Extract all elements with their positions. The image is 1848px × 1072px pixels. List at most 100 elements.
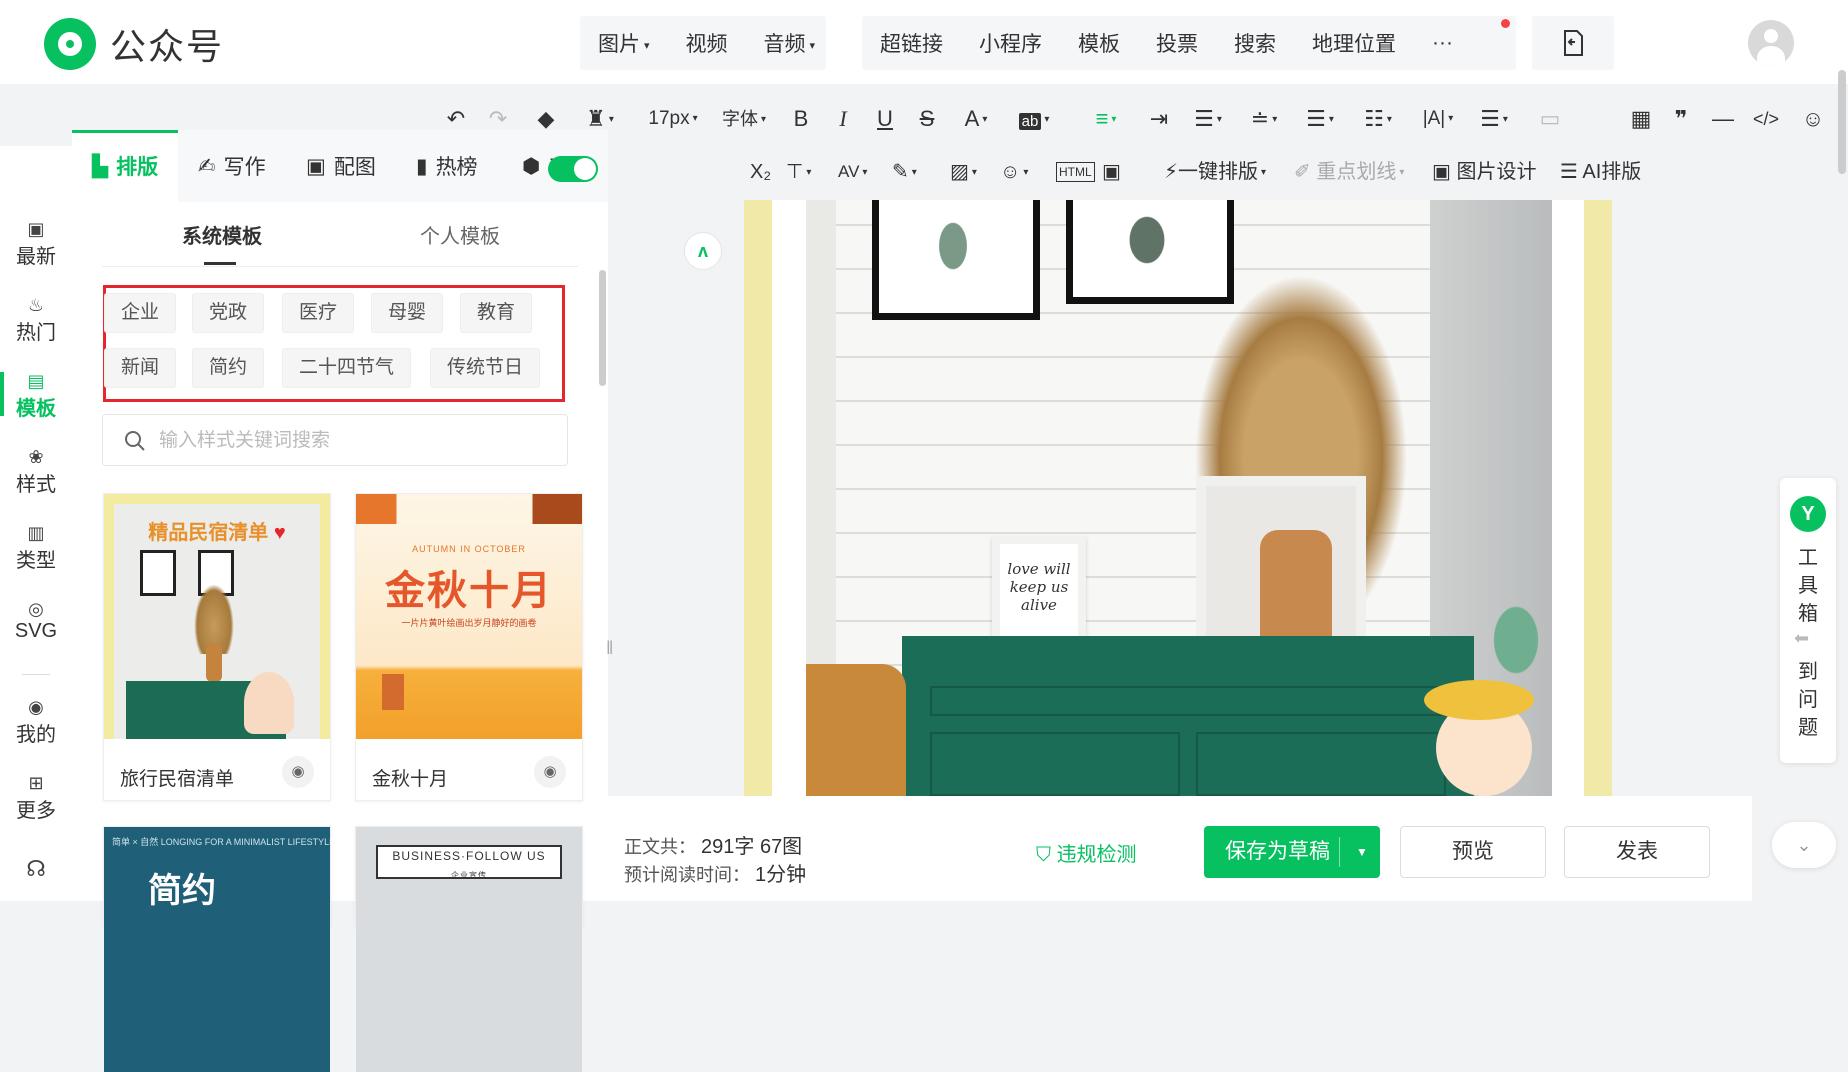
line-height-icon[interactable]: ☰ (1300, 96, 1340, 142)
insert-audio-menu[interactable]: 音频 (746, 28, 834, 58)
vertical-align-icon[interactable]: ⊤ (786, 152, 811, 192)
kerning-icon[interactable]: AV (838, 152, 867, 192)
align-options-icon[interactable]: ☰ (1188, 96, 1228, 142)
insert-hyperlink-button[interactable]: 超链接 (862, 28, 961, 58)
nav-item-hot[interactable]: ♨ 热门 (0, 294, 72, 345)
collapse-chevron-icon[interactable]: ⌄ (1772, 822, 1836, 868)
magic-wand-icon[interactable]: ✎ (892, 152, 917, 192)
compliance-check-button[interactable]: ⛉ 违规检测 (1036, 838, 1137, 867)
read-time: 预计阅读时间： 1分钟 (624, 864, 807, 886)
tab-images[interactable]: ▣ 配图 (306, 130, 376, 202)
import-doc-button[interactable] (1532, 16, 1614, 70)
panel-scrollbar[interactable] (599, 270, 606, 386)
nav-label: 更多 (16, 800, 56, 822)
tag-solar-terms[interactable]: 二十四节气 (282, 348, 412, 388)
tag-medical[interactable]: 医疗 (282, 293, 355, 333)
template-card[interactable]: 精品民宿清单 ♥ 旅行民宿清单 ◉ (103, 493, 331, 801)
paragraph-spacing-icon[interactable]: ≐ (1244, 96, 1284, 142)
nav-item-svg[interactable]: ◎ SVG (0, 598, 72, 643)
tab-writing[interactable]: ✍ 写作 (198, 130, 266, 202)
toolbox-side-panel[interactable]: Y 工具箱 ⬅ 到问题 (1780, 478, 1836, 763)
insert-video-button[interactable]: 视频 (668, 28, 746, 58)
template-card[interactable]: BUSINESS·FOLLOW US 企业宣传 (355, 826, 583, 1072)
insert-template-button[interactable]: 模板 (1060, 28, 1138, 58)
quote-icon[interactable]: ❞ (1666, 96, 1696, 142)
preview-eye-icon[interactable]: ◉ (282, 756, 314, 788)
underline-button[interactable]: U (870, 96, 900, 142)
notification-dot (1501, 19, 1510, 28)
background-icon[interactable]: ▭ (1530, 96, 1570, 142)
tag-simple[interactable]: 简约 (192, 348, 265, 388)
nav-item-more[interactable]: ⊞ 更多 (0, 772, 72, 823)
nav-item-mine[interactable]: ◉ 我的 (0, 696, 72, 747)
panel-toggle-switch[interactable] (548, 156, 598, 182)
tag-maternity[interactable]: 母婴 (371, 293, 444, 333)
insert-miniprogram-button[interactable]: 小程序 (961, 28, 1060, 58)
letter-spacing-button[interactable]: |A| (1416, 96, 1460, 142)
tab-layout[interactable]: ▙ 排版 (72, 130, 179, 202)
nav-item-style[interactable]: ❀ 样式 (0, 446, 72, 497)
html-icon[interactable]: HTML (1056, 162, 1095, 182)
list-icon[interactable]: ☰ (1474, 96, 1514, 142)
pen-icon: ✍ (198, 154, 216, 178)
font-size-select[interactable]: 17px (638, 96, 708, 142)
font-color-button[interactable]: A (956, 96, 996, 142)
nav-label: 模板 (16, 398, 56, 420)
subtab-personal-templates[interactable]: 个人模板 (420, 220, 500, 249)
nav-item-type[interactable]: ▥ 类型 (0, 522, 72, 573)
panel-resize-handle[interactable]: ‖ (606, 638, 613, 659)
preview-button[interactable]: 预览 (1400, 826, 1546, 878)
publish-button[interactable]: 发表 (1564, 826, 1710, 878)
insert-image-menu[interactable]: 图片 (580, 28, 668, 58)
emoji-icon[interactable]: ☺ (1796, 96, 1830, 142)
save-draft-button[interactable]: 保存为草稿 ▼ (1204, 826, 1380, 878)
support-headset-icon[interactable]: ☊ (0, 858, 72, 880)
search-input[interactable] (159, 427, 539, 455)
tag-festivals[interactable]: 传统节日 (430, 348, 541, 388)
user-avatar[interactable] (1748, 20, 1794, 66)
toolbox-icon[interactable]: ▣ (1102, 152, 1121, 192)
strikethrough-button[interactable]: S (912, 96, 942, 142)
article-editor[interactable]: love will keep us alive (744, 200, 1612, 796)
align-left-icon[interactable]: ≡ (1084, 96, 1128, 142)
import-document-icon (1564, 30, 1583, 56)
template-card[interactable]: AUTUMN IN OCTOBER 金秋十月 一片片黄叶绘画出岁月静好的画卷 金… (355, 493, 583, 801)
tag-enterprise[interactable]: 企业 (104, 293, 177, 333)
template-thumbnail: AUTUMN IN OCTOBER 金秋十月 一片片黄叶绘画出岁月静好的画卷 (356, 494, 582, 739)
divider-icon[interactable]: — (1708, 96, 1738, 142)
subscript-button[interactable]: X₂ (750, 152, 771, 192)
italic-button[interactable]: I (828, 96, 858, 142)
preview-eye-icon[interactable]: ◉ (534, 756, 566, 788)
code-icon[interactable]: </> (1748, 96, 1784, 142)
page-scrollbar[interactable] (1838, 70, 1846, 174)
image-insert-icon[interactable]: ▨ (950, 152, 977, 192)
insert-vote-button[interactable]: 投票 (1138, 28, 1216, 58)
nav-item-latest[interactable]: ▣ 最新 (0, 218, 72, 269)
more-insert-button[interactable]: ··· (1414, 31, 1471, 55)
tag-government[interactable]: 党政 (192, 293, 265, 333)
template-card[interactable]: 简单 × 自然 LONGING FOR A MINIMALIST LIFESTY… (103, 826, 331, 1072)
nav-item-template[interactable]: ▤ 模板 (0, 370, 72, 421)
emphasis-underline-menu[interactable]: ✐ 重点划线 (1294, 152, 1404, 192)
ai-layout-button[interactable]: ☰ AI排版 (1560, 152, 1641, 192)
font-family-select[interactable]: 字体 (718, 96, 770, 142)
subtab-underline (204, 262, 236, 265)
image-design-button[interactable]: ▣ 图片设计 (1432, 152, 1536, 192)
app-logo[interactable]: 公众号 (44, 18, 224, 70)
tag-education[interactable]: 教育 (460, 293, 533, 333)
tab-hotlist[interactable]: ▮ 热榜 (416, 130, 478, 202)
tab-label: 配图 (333, 156, 376, 179)
bold-button[interactable]: B (786, 96, 816, 142)
subtab-system-templates[interactable]: 系统模板 (182, 220, 262, 249)
one-click-layout-menu[interactable]: ⚡一键排版 (1164, 152, 1266, 192)
table-icon[interactable]: ▦ (1626, 96, 1656, 142)
indent-options-icon[interactable]: ☷ (1358, 96, 1398, 142)
indent-icon[interactable]: ⇥ (1144, 96, 1174, 142)
chevron-down-icon[interactable]: ▼ (1345, 827, 1379, 877)
editor-assistant-icon[interactable]: ʌ (684, 232, 722, 270)
insert-search-button[interactable]: 搜索 (1216, 28, 1294, 58)
insert-location-button[interactable]: 地理位置 (1294, 28, 1414, 58)
emoji-picker-icon[interactable]: ☺ (1000, 152, 1028, 192)
tag-news[interactable]: 新闻 (104, 348, 177, 388)
highlight-color-button[interactable]: ab (1010, 96, 1058, 142)
